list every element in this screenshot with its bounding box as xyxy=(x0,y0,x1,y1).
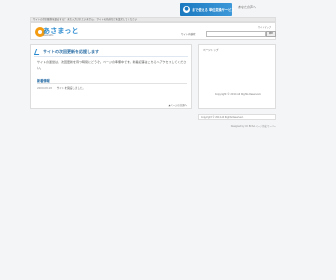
sidebar-text: Copyright © 2014 All Rights Reserved. xyxy=(214,93,262,96)
search-input[interactable] xyxy=(206,31,266,37)
page-wrapper: ● まで使える 単位変換サービス あなたの声へ サイトの次回更新を過去する？ ま… xyxy=(30,0,276,136)
site-logo-sub: asamatto xyxy=(43,34,54,37)
powered-by-link[interactable]: Designed by CC BY-SA ページ作成 サーバー xyxy=(231,124,276,128)
pencil-icon xyxy=(33,49,42,55)
banner-logo-icon: ● xyxy=(183,6,190,13)
main-body-text: サイトの運営は、次回更新を待つ時間にどうぞ。ページの準備中です。新着記事はこちら… xyxy=(37,60,187,70)
footer-credits: Designed by CC BY-SA ページ作成 サーバー xyxy=(30,124,276,129)
page-title: サイトの次回更新を応援します xyxy=(43,49,99,54)
top-notice-text: サイトの次回更新を過去する？ まだ入力されていません。 サイトの名前などを設定し… xyxy=(33,18,138,21)
site-header: あさまっと asamatto サイトマップ サイト内検索 検索 xyxy=(30,22,276,40)
page-top-link[interactable]: ▲ページの先頭へ xyxy=(168,103,187,107)
ad-banner[interactable]: ● まで使える 単位変換サービス xyxy=(180,3,235,16)
copyright-text: Copyright © 2014 All Rights Reserved. xyxy=(201,116,244,119)
main-content: サイトの次回更新を応援します サイトの運営は、次回更新を待つ時間にどうぞ。ページ… xyxy=(30,44,192,109)
main-title-row: サイトの次回更新を応援します xyxy=(33,48,188,57)
sidebar: ページトップ Copyright © 2014 All Rights Reser… xyxy=(198,44,276,109)
news-text[interactable]: サイトを開設しました。 xyxy=(57,87,86,90)
top-link[interactable]: あなたの声へ xyxy=(238,5,256,9)
news-item[interactable]: 2009.08.18 サイトを開設しました。 xyxy=(37,86,85,90)
divider xyxy=(37,83,187,84)
search-button[interactable]: 検索 xyxy=(266,31,276,37)
banner-text: まで使える 単位変換サービス xyxy=(192,8,235,12)
search-label: サイト内検索 xyxy=(181,33,196,36)
sidebar-title: ページトップ xyxy=(203,49,219,52)
footer-bar: Copyright © 2014 All Rights Reserved. xyxy=(198,114,276,120)
news-date: 2009.08.18 xyxy=(37,87,52,90)
sitemap-link[interactable]: サイトマップ xyxy=(258,25,271,29)
